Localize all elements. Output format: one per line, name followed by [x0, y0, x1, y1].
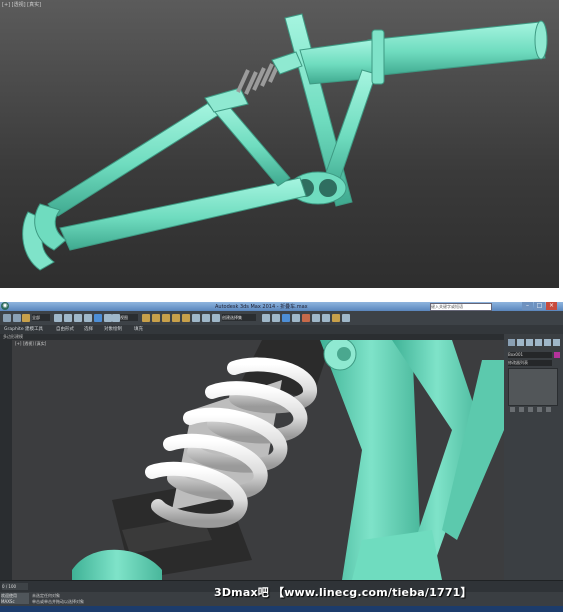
- named-selection-dropdown[interactable]: 创建选择集: [222, 314, 256, 321]
- rect-selection-icon[interactable]: [74, 314, 82, 322]
- render-icon[interactable]: [332, 314, 340, 322]
- tab-selection[interactable]: 选择: [84, 326, 93, 332]
- edit-named-selection-icon[interactable]: [192, 314, 200, 322]
- reference-coordinate-dropdown[interactable]: 视图: [120, 314, 138, 321]
- move-icon[interactable]: [94, 314, 102, 322]
- snap-toggle-icon[interactable]: [152, 314, 160, 322]
- shock-closeup-render: [72, 340, 504, 580]
- status-prompt-text: 单击或单击并拖动以选择对象: [32, 599, 84, 604]
- object-name-field[interactable]: Box001: [508, 352, 552, 358]
- curve-editor-icon[interactable]: [282, 314, 290, 322]
- graphite-toggle-icon[interactable]: [272, 314, 280, 322]
- window-title: Autodesk 3ds Max 2014 - 折叠车.max: [215, 304, 308, 310]
- perspective-viewport[interactable]: [+] [透视] [真实]: [12, 340, 504, 580]
- top-viewport[interactable]: [+] [透视] [真实]: [0, 0, 559, 288]
- search-input[interactable]: 键入关键字或短语: [430, 303, 492, 311]
- minimize-button[interactable]: –: [522, 302, 533, 310]
- percent-snap-icon[interactable]: [172, 314, 180, 322]
- modifier-list-dropdown[interactable]: 修改器列表: [508, 360, 552, 366]
- frame-counter[interactable]: 0 / 100: [2, 583, 28, 590]
- maximize-button[interactable]: □: [534, 302, 545, 310]
- spinner-snap-icon[interactable]: [182, 314, 190, 322]
- tab-freeform[interactable]: 自由形式: [56, 326, 74, 332]
- bike-frame-render: [22, 13, 548, 271]
- undo-icon[interactable]: [3, 314, 11, 322]
- tab-graphite[interactable]: Graphite 建模工具: [4, 326, 43, 332]
- tab-populate[interactable]: 填充: [134, 326, 143, 332]
- select-icon[interactable]: [54, 314, 62, 322]
- make-unique-icon[interactable]: [528, 407, 533, 412]
- pivot-icon[interactable]: [142, 314, 150, 322]
- show-end-result-icon[interactable]: [519, 407, 524, 412]
- rotate-icon[interactable]: [104, 314, 112, 322]
- link-icon[interactable]: [22, 314, 30, 322]
- layer-manager-icon[interactable]: [262, 314, 270, 322]
- remove-modifier-icon[interactable]: [537, 407, 542, 412]
- window-crossing-icon[interactable]: [84, 314, 92, 322]
- select-by-name-icon[interactable]: [64, 314, 72, 322]
- watermark-text: 3Dmax吧 【www.linecg.com/tieba/1771】: [214, 586, 472, 599]
- motion-tab-icon[interactable]: [535, 339, 542, 346]
- main-toolbar: 全部 视图 创建选择集: [0, 311, 563, 326]
- tab-object-paint[interactable]: 对象绘制: [104, 326, 122, 332]
- object-color-swatch[interactable]: [554, 352, 560, 358]
- close-button[interactable]: ×: [546, 302, 557, 310]
- create-tab-icon[interactable]: [508, 339, 515, 346]
- hierarchy-tab-icon[interactable]: [526, 339, 533, 346]
- angle-snap-icon[interactable]: [162, 314, 170, 322]
- command-panel: Box001 修改器列表: [504, 334, 563, 580]
- material-editor-icon[interactable]: [302, 314, 310, 322]
- schematic-view-icon[interactable]: [292, 314, 300, 322]
- align-icon[interactable]: [212, 314, 220, 322]
- display-tab-icon[interactable]: [544, 339, 551, 346]
- mirror-icon[interactable]: [202, 314, 210, 322]
- pin-stack-icon[interactable]: [510, 407, 515, 412]
- max-window: ◉ Autodesk 3ds Max 2014 - 折叠车.max 键入关键字或…: [0, 302, 563, 612]
- configure-sets-icon[interactable]: [546, 407, 551, 412]
- modify-tab-icon[interactable]: [517, 339, 524, 346]
- maxscript-listener[interactable]: 欢迎使用 MAXSc: [1, 593, 29, 604]
- ribbon-tabs: Graphite 建模工具 自由形式 选择 对象绘制 填充: [0, 325, 563, 334]
- viewport-left-strip: [0, 340, 12, 580]
- modifier-stack[interactable]: [508, 368, 558, 406]
- taskbar: [0, 606, 563, 612]
- selection-filter-dropdown[interactable]: 全部: [32, 314, 50, 321]
- render-setup-icon[interactable]: [312, 314, 320, 322]
- utilities-tab-icon[interactable]: [553, 339, 560, 346]
- rendered-frame-icon[interactable]: [322, 314, 330, 322]
- scale-icon[interactable]: [112, 314, 120, 322]
- title-bar: ◉ Autodesk 3ds Max 2014 - 折叠车.max 键入关键字或…: [0, 302, 563, 311]
- render-production-icon[interactable]: [342, 314, 350, 322]
- app-logo-icon[interactable]: ◉: [1, 302, 9, 310]
- redo-icon[interactable]: [13, 314, 21, 322]
